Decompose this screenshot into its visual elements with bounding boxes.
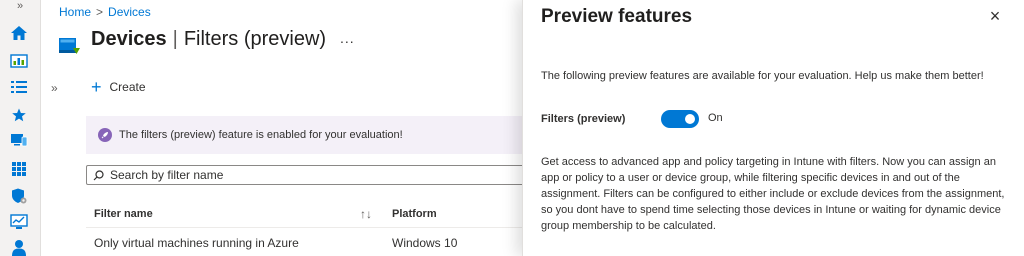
more-options-button[interactable]: ...	[340, 30, 355, 46]
page-title-subtitle: Filters (preview)	[183, 28, 327, 50]
column-header-platform[interactable]: Platform	[392, 208, 437, 220]
toggle-state-label: On	[708, 112, 723, 124]
home-icon[interactable]	[10, 24, 28, 42]
cell-platform: Windows 10	[392, 236, 458, 250]
breadcrumb-separator: >	[96, 5, 104, 19]
favorites-star-icon[interactable]	[10, 106, 28, 124]
banner-text: The filters (preview) feature is enabled…	[119, 129, 403, 141]
rocket-preview-icon	[98, 128, 112, 142]
all-services-icon[interactable]	[10, 78, 28, 96]
users-icon[interactable]	[10, 238, 28, 256]
toggle-knob	[685, 114, 695, 124]
page-title: Devices | Filters (preview)	[91, 28, 326, 51]
panel-intro-text: The following preview features are avail…	[541, 70, 984, 82]
reports-monitor-icon[interactable]	[10, 213, 28, 231]
dashboard-icon[interactable]	[10, 52, 28, 70]
apps-grid-icon[interactable]	[10, 160, 28, 178]
expand-nav-button[interactable]: »	[10, 0, 30, 14]
preview-features-panel: Preview features × The following preview…	[522, 0, 1024, 256]
search-box[interactable]	[86, 165, 526, 185]
panel-description: Get access to advanced app and policy ta…	[541, 156, 1005, 232]
cell-filter-name[interactable]: Only virtual machines running in Azure	[94, 236, 299, 250]
endpoint-security-icon[interactable]	[10, 187, 28, 205]
filters-preview-label: Filters (preview)	[541, 113, 626, 125]
create-button[interactable]: + Create	[91, 77, 146, 97]
search-input[interactable]	[110, 168, 510, 182]
filters-preview-toggle[interactable]	[661, 110, 699, 128]
devices-blade-icon	[59, 36, 81, 56]
breadcrumb-home-link[interactable]: Home	[59, 5, 91, 19]
panel-title: Preview features	[541, 6, 693, 27]
breadcrumb: Home > Devices	[59, 5, 151, 19]
breadcrumb-devices-link[interactable]: Devices	[108, 5, 151, 19]
devices-icon[interactable]	[10, 131, 28, 149]
title-separator: |	[172, 28, 178, 50]
table-row[interactable]: Only virtual machines running in Azure W…	[86, 230, 526, 256]
sort-icon[interactable]: ↑↓	[360, 207, 372, 221]
left-nav-rail: »	[0, 0, 41, 256]
plus-icon: +	[91, 77, 102, 97]
close-icon[interactable]: ×	[985, 6, 1005, 26]
table-header: Filter name ↑↓ Platform	[86, 200, 526, 228]
create-label: Create	[109, 80, 146, 94]
column-header-filter-name[interactable]: Filter name	[94, 208, 153, 220]
search-icon	[93, 169, 104, 180]
collapse-menu-button[interactable]: »	[51, 81, 58, 95]
page-title-main: Devices	[91, 28, 167, 50]
preview-info-banner: The filters (preview) feature is enabled…	[86, 116, 526, 154]
